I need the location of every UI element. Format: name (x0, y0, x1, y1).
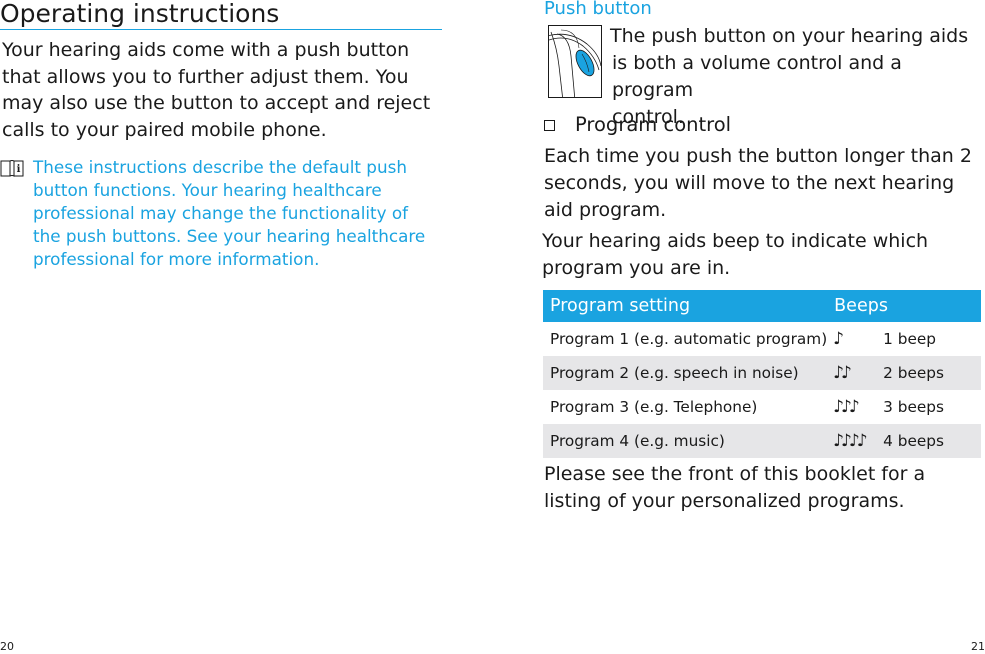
beep-count-cell: 1 beep (883, 330, 937, 348)
music-note-icon: ♪♪ (827, 356, 884, 390)
page-number-right: 21 (971, 640, 985, 653)
device-description-line-1: The push button on your hearing aids (610, 25, 969, 47)
program-control-label: Program control (575, 113, 732, 136)
table-row: Program 2 (e.g. speech in noise) ♪♪ 2 be… (543, 356, 981, 390)
music-note-icon: ♪♪♪♪ (827, 424, 884, 458)
music-note-icon: ♪ (833, 329, 844, 349)
closing-paragraph: Please see the front of this booklet for… (544, 463, 926, 512)
intro-paragraph: Your hearing aids come with a push butto… (2, 39, 431, 141)
beep-count-cell: 2 beeps (883, 356, 981, 390)
beep-count-cell: 4 beeps (883, 424, 981, 458)
right-page: Push button The push button on your hear… (530, 0, 985, 654)
table-row: Program 3 (e.g. Telephone) ♪♪♪ 3 beeps (543, 390, 981, 424)
header-beeps: Beeps (827, 290, 981, 322)
page-number-left: 20 (0, 640, 14, 653)
program-setting-cell: Program 4 (e.g. music) (543, 424, 828, 458)
beep-indicator-paragraph: Your hearing aids beep to indicate which… (542, 230, 929, 279)
program-setting-cell: Program 2 (e.g. speech in noise) (543, 356, 828, 390)
device-description-line-2: is both a volume control and a program (612, 52, 902, 101)
program-setting-cell: Program 3 (e.g. Telephone) (550, 398, 758, 416)
header-program-setting: Program setting (543, 290, 828, 322)
section-heading-push-button: Push button (544, 0, 652, 19)
info-note-text: These instructions describe the default … (33, 157, 426, 269)
music-note-icon: ♪♪♪ (833, 397, 860, 417)
page-title: Operating instructions (0, 0, 442, 30)
program-beeps-table: Program setting Beeps Program 1 (e.g. au… (543, 290, 981, 458)
svg-text:i: i (17, 164, 21, 175)
table-row: Program 4 (e.g. music) ♪♪♪♪ 4 beeps (543, 424, 981, 458)
table-header-row: Program setting Beeps (543, 290, 981, 322)
checkbox-icon (544, 120, 555, 131)
program-switch-paragraph: Each time you push the button longer tha… (544, 145, 972, 221)
left-page: Operating instructions Your hearing aids… (0, 0, 460, 654)
info-book-icon: i (0, 159, 30, 179)
beep-count-cell: 3 beeps (883, 398, 944, 416)
program-setting-cell: Program 1 (e.g. automatic program) (550, 330, 828, 348)
hearing-aid-push-button-illustration (548, 25, 602, 98)
table-row: Program 1 (e.g. automatic program) ♪ 1 b… (543, 322, 981, 356)
